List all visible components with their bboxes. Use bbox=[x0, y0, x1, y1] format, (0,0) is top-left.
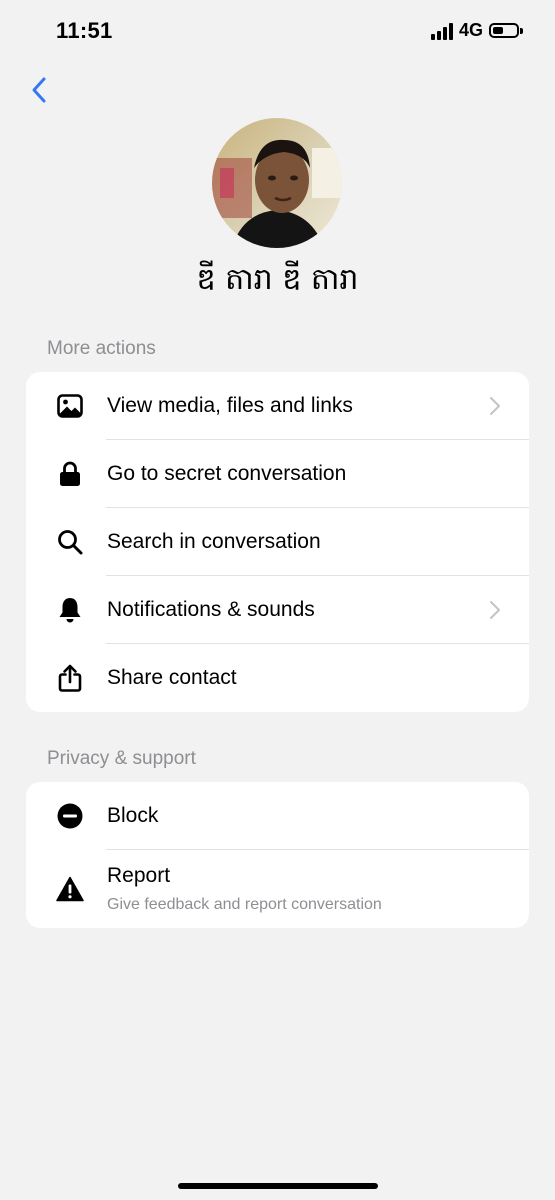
share-icon bbox=[56, 664, 84, 692]
cellular-signal-icon bbox=[430, 22, 453, 40]
block-label: Block bbox=[107, 804, 159, 827]
privacy-support-card: Block Report Give feedback and report co… bbox=[26, 782, 529, 928]
back-button[interactable] bbox=[22, 70, 56, 110]
view-media-button[interactable]: View media, files and links bbox=[26, 372, 529, 440]
network-type: 4G bbox=[458, 20, 483, 40]
notifications-sounds-button[interactable]: Notifications & sounds bbox=[26, 576, 529, 644]
view-media-label: View media, files and links bbox=[107, 394, 353, 417]
profile-name: ឌី តារា ឌី តារា bbox=[196, 262, 359, 297]
battery-icon bbox=[489, 23, 523, 38]
profile-photo bbox=[212, 118, 342, 248]
home-indicator bbox=[178, 1183, 378, 1189]
report-sublabel: Give feedback and report conversation bbox=[107, 896, 382, 913]
search-in-conversation-label: Search in conversation bbox=[107, 530, 321, 553]
status-indicators: 4G bbox=[430, 20, 523, 41]
search-in-conversation-button[interactable]: Search in conversation bbox=[26, 508, 529, 576]
image-icon bbox=[56, 392, 84, 420]
block-button[interactable]: Block bbox=[26, 782, 529, 850]
status-time: 11:51 bbox=[56, 18, 113, 43]
section-header-privacy-support: Privacy & support bbox=[47, 748, 196, 769]
warning-icon bbox=[56, 875, 84, 903]
more-actions-card: View media, files and links Go to secret… bbox=[26, 372, 529, 712]
report-button[interactable]: Report Give feedback and report conversa… bbox=[26, 850, 529, 928]
avatar[interactable] bbox=[212, 118, 342, 248]
share-contact-button[interactable]: Share contact bbox=[26, 644, 529, 712]
secret-conversation-label: Go to secret conversation bbox=[107, 462, 347, 485]
status-bar: 11:51 4G bbox=[0, 0, 555, 64]
lock-icon bbox=[56, 460, 84, 488]
chevron-left-icon bbox=[32, 77, 46, 103]
report-label: Report bbox=[107, 864, 171, 887]
chevron-right-icon bbox=[490, 601, 500, 619]
chevron-right-icon bbox=[490, 397, 500, 415]
bell-icon bbox=[56, 596, 84, 624]
secret-conversation-button[interactable]: Go to secret conversation bbox=[26, 440, 529, 508]
share-contact-label: Share contact bbox=[107, 666, 237, 689]
search-icon bbox=[56, 528, 84, 556]
notifications-sounds-label: Notifications & sounds bbox=[107, 598, 315, 621]
block-icon bbox=[56, 802, 84, 830]
section-header-more-actions: More actions bbox=[47, 338, 156, 359]
